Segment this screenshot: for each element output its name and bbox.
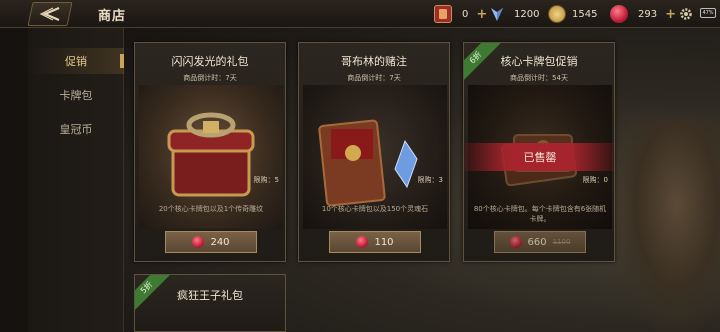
card-title: 疯狂王子礼包 xyxy=(177,289,243,302)
resource-value: 0 xyxy=(462,8,469,20)
sidebar-item-label: 卡牌包 xyxy=(59,89,93,102)
resource-card-ticket: 0 + xyxy=(434,4,487,24)
buy-button[interactable]: 110 xyxy=(329,231,421,253)
sold-out-banner: 已售罄 xyxy=(464,143,614,171)
offer-card-goblin-gamble[interactable]: 哥布林的赌注 商品倒计时：7天 限购：3 10个核心卡牌包以及150个灵魂石 1… xyxy=(298,42,450,262)
card-ticket-icon xyxy=(434,5,452,23)
offer-card-core-pack-sale[interactable]: 核心卡牌包促销 商品倒计时：54天 6折 已售罄 限购：0 80个核心卡牌包。每… xyxy=(463,42,615,262)
back-button[interactable] xyxy=(27,2,73,26)
sidebar-item-card-packs[interactable]: 卡牌包 xyxy=(28,82,124,108)
buy-button[interactable]: 240 xyxy=(165,231,257,253)
buy-button-disabled: 660 1100 xyxy=(494,231,586,253)
shop-sidebar: 促销 卡牌包 皇冠币 xyxy=(28,28,124,332)
price-value: 240 xyxy=(210,236,230,248)
resource-value: 1200 xyxy=(514,8,540,20)
card-title: 哥布林的赌注 xyxy=(341,55,407,68)
card-description: 80个核心卡牌包。每个卡牌包含有6张随机卡牌。 xyxy=(473,205,607,223)
sidebar-item-crowns[interactable]: 皇冠币 xyxy=(28,116,124,142)
ruby-crown-icon xyxy=(610,5,628,23)
back-arrow-icon xyxy=(39,7,60,21)
card-timer: 商品倒计时：7天 xyxy=(183,74,237,82)
purchase-limit: 限购：0 xyxy=(582,176,608,184)
card-title: 闪闪发光的礼包 xyxy=(171,55,249,68)
crystal-icon xyxy=(488,5,506,23)
card-description: 10个核心卡牌包以及150个灵魂石 xyxy=(321,205,429,213)
ruby-icon xyxy=(509,236,522,248)
battery-indicator: 47% xyxy=(700,8,716,18)
ruby-icon xyxy=(356,236,369,248)
gold-coin-icon xyxy=(548,5,566,23)
card-timer: 商品倒计时：54天 xyxy=(510,74,568,82)
sidebar-item-label: 促销 xyxy=(65,55,87,68)
sidebar-item-promotions[interactable]: 促销 xyxy=(28,48,124,74)
top-bar: 商店 0 + 1200 1545 293 + 47% xyxy=(0,0,720,28)
resource-value: 293 xyxy=(638,8,658,20)
purchase-limit: 限购：5 xyxy=(253,176,279,184)
add-card-ticket-button[interactable]: + xyxy=(476,7,487,22)
resource-gold: 1545 xyxy=(548,4,597,24)
resource-value: 1545 xyxy=(572,8,598,20)
active-marker xyxy=(120,54,124,68)
ruby-icon xyxy=(192,236,205,248)
original-price: 1100 xyxy=(552,238,571,246)
purchase-limit: 限购：3 xyxy=(417,176,443,184)
page-title: 商店 xyxy=(98,9,127,24)
resource-ruby: 293 + xyxy=(610,4,676,24)
offer-card-mad-prince[interactable]: 5折 疯狂王子礼包 xyxy=(134,274,286,332)
add-ruby-button[interactable]: + xyxy=(665,7,676,22)
resource-crystal: 1200 xyxy=(488,4,539,24)
goblin-illustration xyxy=(612,120,720,332)
price-value: 660 xyxy=(527,236,547,248)
sidebar-item-label: 皇冠币 xyxy=(59,123,93,136)
price-value: 110 xyxy=(374,236,394,248)
settings-gear-icon[interactable] xyxy=(679,6,693,25)
card-timer: 商品倒计时：7天 xyxy=(347,74,401,82)
card-description: 20个核心卡牌包以及1个传奇雕纹 xyxy=(158,205,264,213)
offer-card-shiny-bundle[interactable]: 闪闪发光的礼包 商品倒计时：7天 限购：5 20个核心卡牌包以及1个传奇雕纹 2… xyxy=(134,42,286,262)
